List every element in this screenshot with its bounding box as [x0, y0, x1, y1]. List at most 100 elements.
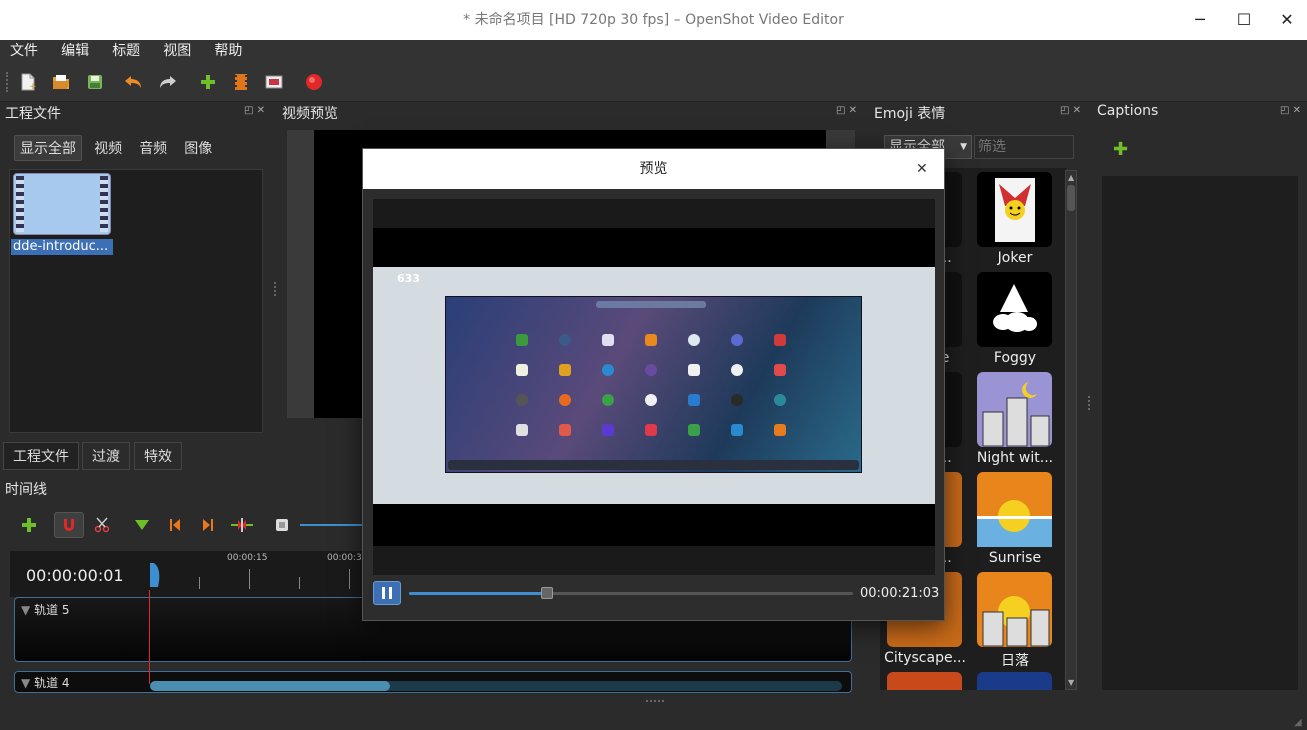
svg-text:+: +: [29, 82, 36, 91]
emoji-dock-buttons[interactable]: ◰ ✕: [1060, 105, 1081, 116]
close-window-button[interactable]: ✕: [1267, 0, 1307, 40]
fullscreen-icon[interactable]: [264, 72, 284, 92]
app-icon: [559, 394, 571, 406]
file-name-label[interactable]: dde-introduc...: [11, 239, 113, 255]
project-files-title: 工程文件: [5, 106, 61, 122]
timecode-display: 00:00:00:01: [26, 566, 124, 585]
undo-icon[interactable]: [123, 72, 143, 92]
tick: [249, 569, 250, 589]
add-caption-icon[interactable]: ✚: [1113, 139, 1128, 160]
app-icon: [731, 364, 743, 376]
pause-button[interactable]: [373, 581, 401, 605]
menu-title[interactable]: 标题: [102, 40, 148, 62]
track-4-label: ▼ 轨道 4: [21, 676, 70, 690]
emoji-tile-partial[interactable]: [977, 672, 1052, 690]
preview-time-display: 00:00:21:03: [860, 586, 940, 601]
emoji-tile-partial[interactable]: [887, 672, 962, 690]
pause-icon: [382, 587, 392, 599]
previous-marker-icon[interactable]: [164, 514, 186, 536]
project-files-list: dde-introduc...: [9, 169, 263, 433]
video-preview-title: 视频预览: [282, 106, 338, 122]
save-project-icon[interactable]: [85, 72, 105, 92]
profile-icon[interactable]: [231, 72, 251, 92]
app-icon: [774, 334, 786, 346]
app-icon: [645, 364, 657, 376]
export-icon[interactable]: [304, 72, 324, 92]
add-track-icon[interactable]: [18, 514, 40, 536]
emoji-search-input[interactable]: [974, 135, 1074, 159]
menu-file[interactable]: 文件: [0, 40, 46, 62]
toolbar-grip[interactable]: [6, 72, 10, 92]
center-playhead-icon[interactable]: [229, 514, 255, 536]
emoji-scrollbar[interactable]: ▲ ▼: [1065, 170, 1077, 690]
emoji-label-joker: Joker: [997, 250, 1033, 266]
scroll-down-icon[interactable]: ▼: [1068, 678, 1074, 687]
maximize-button[interactable]: ☐: [1224, 0, 1264, 40]
project-files-filters: 显示全部 视频 音频 图像: [14, 135, 219, 161]
project-files-dock-buttons[interactable]: ◰ ✕: [244, 105, 265, 116]
emoji-tile-sunset[interactable]: [977, 572, 1052, 647]
timeline-scrollbar-track[interactable]: [150, 681, 842, 691]
emoji-tile-foggy[interactable]: [977, 272, 1052, 347]
preview-video-frame: 633: [373, 199, 935, 575]
app-icon: [516, 334, 528, 346]
emoji-scrollbar-thumb[interactable]: [1067, 185, 1075, 211]
emoji-label-sunset: 日落: [1001, 653, 1029, 669]
import-files-icon[interactable]: [198, 72, 218, 92]
redo-icon[interactable]: [158, 72, 178, 92]
video-preview-dock-buttons[interactable]: ◰ ✕: [836, 105, 857, 116]
bottom-splitter-handle[interactable]: [646, 700, 664, 704]
filter-audio[interactable]: 音频: [134, 136, 172, 160]
captions-title: Captions: [1097, 103, 1159, 119]
splitter-handle[interactable]: [1088, 396, 1091, 410]
preview-dialog: 预览 ✕ 633 00:00:21:03: [362, 148, 945, 621]
emoji-tile-sunrise[interactable]: [977, 472, 1052, 547]
app-icon: [731, 424, 743, 436]
captions-dock-buttons[interactable]: ◰ ✕: [1280, 105, 1301, 116]
add-marker-icon[interactable]: [131, 514, 153, 536]
tick: [349, 569, 350, 589]
resize-grip-icon[interactable]: ◢: [1294, 717, 1302, 728]
app-icon: [559, 334, 571, 346]
preview-seek-handle[interactable]: [540, 587, 553, 599]
open-project-icon[interactable]: [51, 72, 71, 92]
app-icon: [731, 394, 743, 406]
preview-dialog-close-button[interactable]: ✕: [916, 149, 928, 189]
window-title: * 未命名项目 [HD 720p 30 fps] – OpenShot Vide…: [463, 12, 844, 28]
captions-list: [1102, 176, 1298, 690]
tick-label-15: 00:00:15: [227, 553, 268, 563]
emoji-tile-night[interactable]: [977, 372, 1052, 447]
file-thumbnail[interactable]: [13, 173, 111, 235]
preview-seek-slider[interactable]: [409, 587, 853, 599]
preview-content: 633: [373, 267, 935, 504]
playhead-line: [149, 590, 150, 684]
menu-edit[interactable]: 编辑: [51, 40, 97, 62]
menu-view[interactable]: 视图: [153, 40, 199, 62]
emoji-label-night: Night wit...: [976, 450, 1054, 466]
tab-project-files[interactable]: 工程文件: [3, 442, 79, 470]
filter-show-all[interactable]: 显示全部: [14, 135, 82, 161]
app-icon: [516, 364, 528, 376]
splitter-handle[interactable]: [274, 282, 277, 296]
snap-magnet-icon[interactable]: [54, 512, 84, 538]
playhead-handle[interactable]: [148, 563, 162, 587]
tab-transitions[interactable]: 过渡: [82, 442, 130, 470]
filter-video[interactable]: 视频: [89, 136, 127, 160]
tab-effects[interactable]: 特效: [134, 442, 182, 470]
scroll-up-icon[interactable]: ▲: [1068, 173, 1074, 182]
app-icon: [559, 364, 571, 376]
razor-icon[interactable]: [91, 514, 113, 536]
minimize-button[interactable]: ─: [1180, 0, 1220, 40]
menu-help[interactable]: 帮助: [204, 40, 250, 62]
filter-image[interactable]: 图像: [179, 136, 217, 160]
app-icon: [688, 424, 700, 436]
app-icon: [516, 424, 528, 436]
app-icon: [731, 334, 743, 346]
app-icon: [645, 334, 657, 346]
zoom-slider[interactable]: [300, 524, 362, 526]
next-marker-icon[interactable]: [197, 514, 219, 536]
emoji-tile-joker[interactable]: [977, 172, 1052, 247]
zoom-icon[interactable]: [271, 514, 293, 536]
timeline-scrollbar-thumb[interactable]: [150, 681, 390, 691]
new-project-icon[interactable]: +: [18, 72, 38, 92]
